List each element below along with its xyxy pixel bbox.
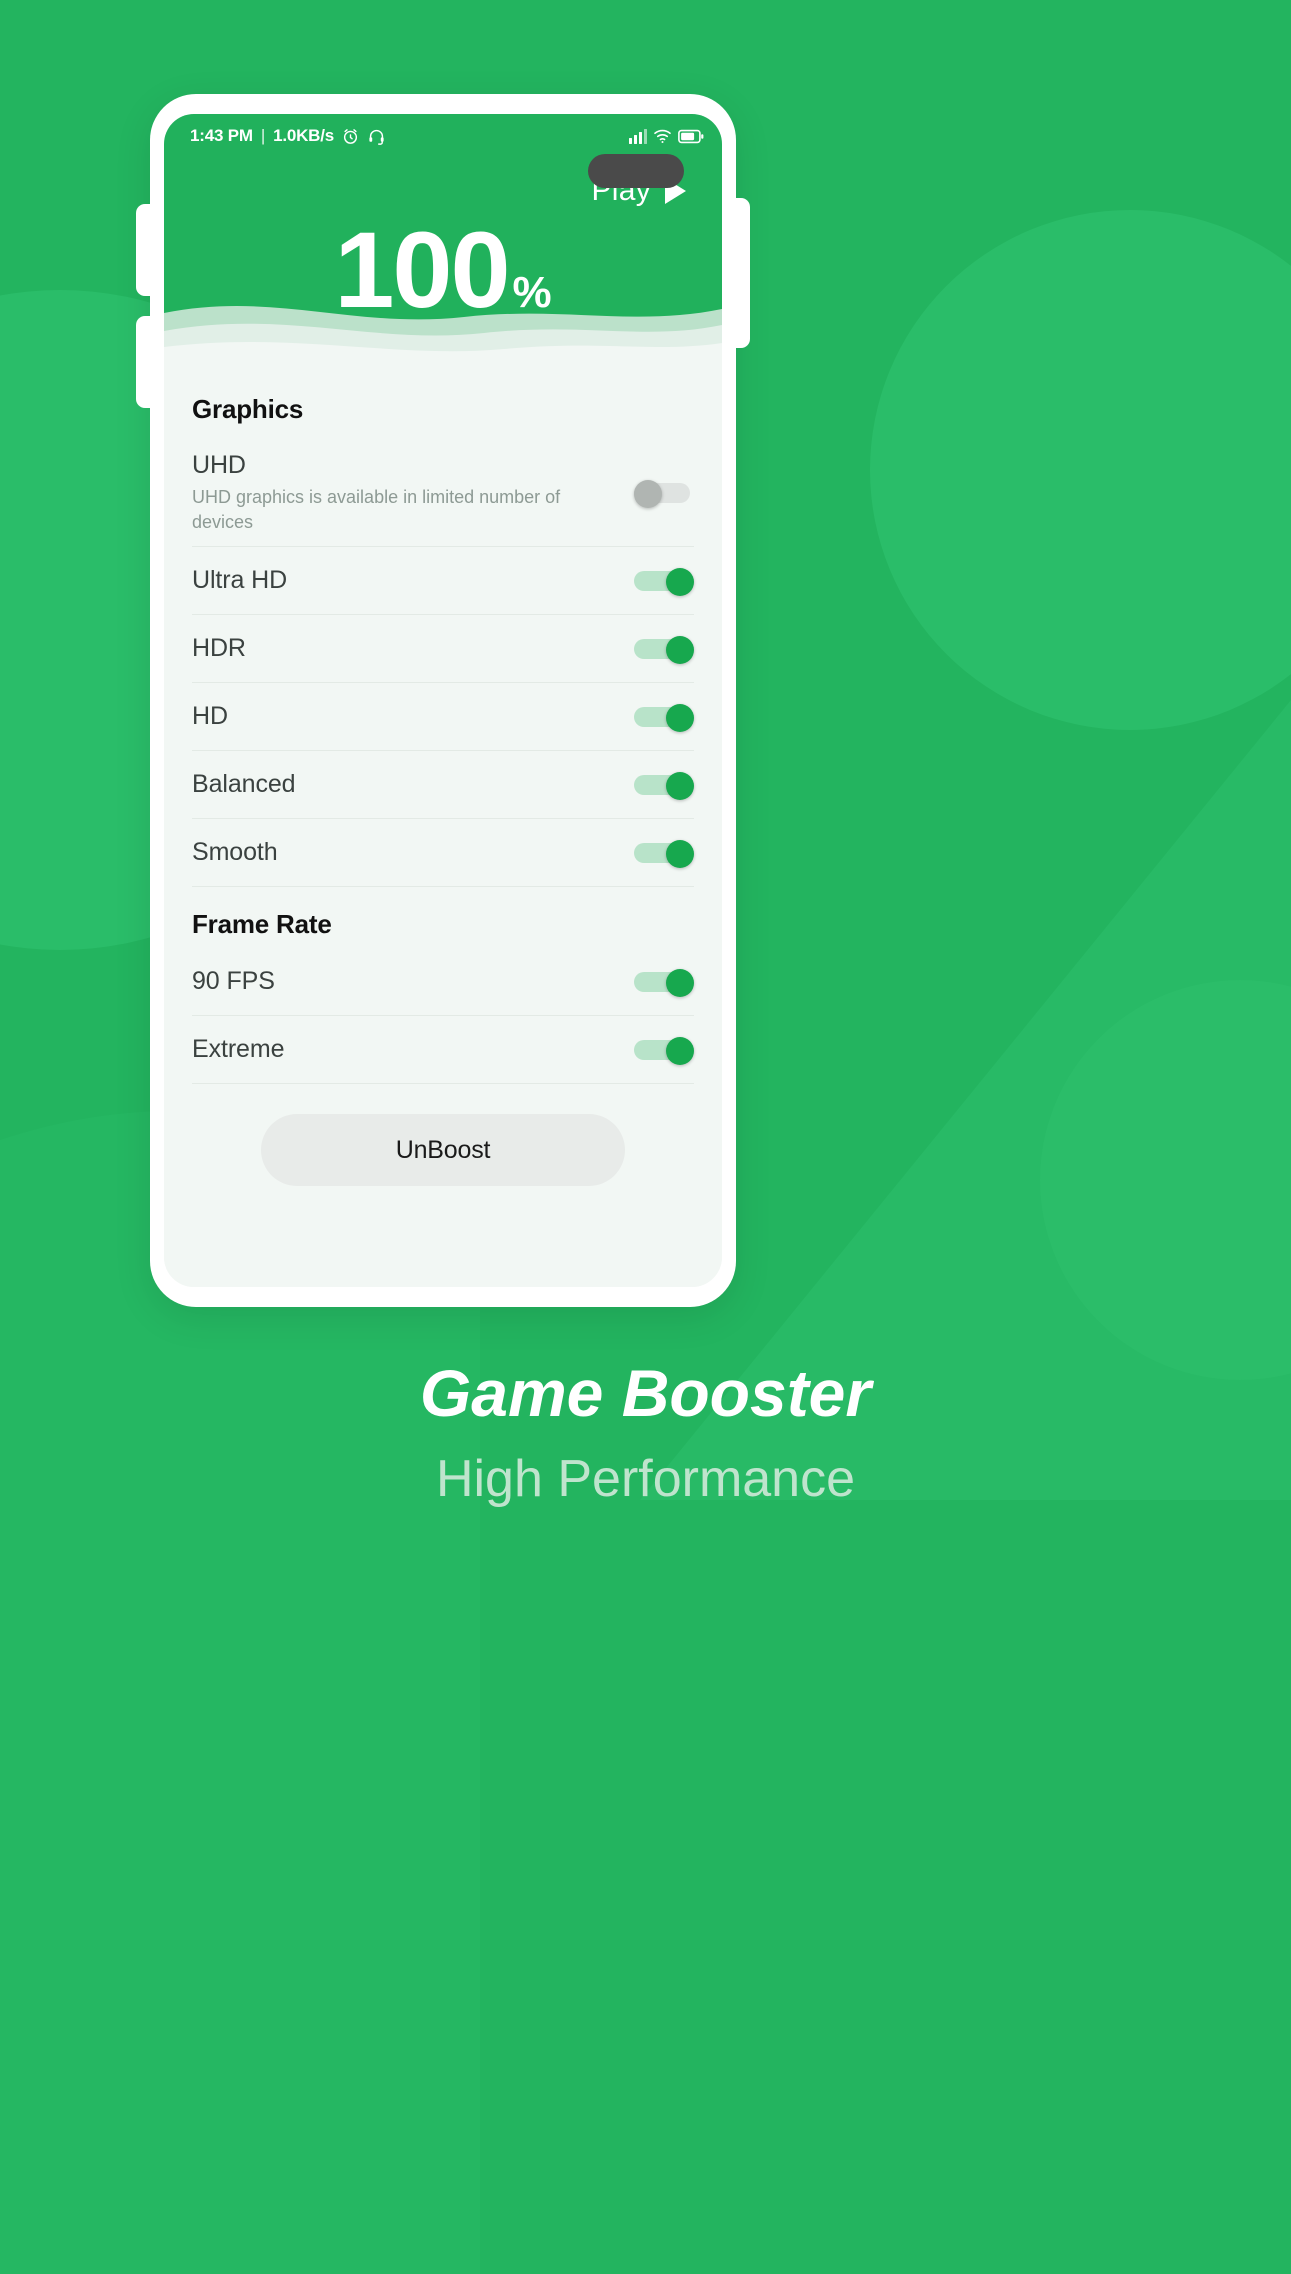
signal-icon bbox=[629, 128, 647, 144]
status-bar-right bbox=[629, 128, 704, 144]
toggle-extreme[interactable] bbox=[634, 1036, 694, 1065]
phone-frame: 1:43 PM | 1.0KB/s Play 100 % Graphics UH… bbox=[136, 94, 750, 1307]
side-button-power[interactable] bbox=[730, 198, 750, 348]
setting-row-uhd[interactable]: UHD UHD graphics is available in limited… bbox=[192, 439, 694, 547]
status-bar-network-speed: 1.0KB/s bbox=[273, 126, 335, 145]
alarm-clock-icon bbox=[341, 127, 360, 146]
setting-label-ultra-hd: Ultra HD bbox=[192, 566, 288, 594]
toggle-knob bbox=[634, 479, 662, 508]
setting-description-uhd: UHD graphics is available in limited num… bbox=[192, 487, 561, 532]
status-bar: 1:43 PM | 1.0KB/s bbox=[164, 114, 722, 158]
app-header: 1:43 PM | 1.0KB/s Play 100 % bbox=[164, 114, 722, 369]
setting-label-hdr: HDR bbox=[192, 634, 246, 662]
toggle-knob bbox=[666, 771, 694, 800]
battery-icon bbox=[678, 129, 704, 144]
camera-notch bbox=[588, 154, 684, 188]
toggle-uhd[interactable] bbox=[634, 479, 694, 508]
toggle-smooth[interactable] bbox=[634, 839, 694, 868]
status-bar-left: 1:43 PM | 1.0KB/s bbox=[190, 126, 386, 146]
brand-subtitle: High Performance bbox=[435, 1450, 856, 1508]
toggle-90-fps[interactable] bbox=[634, 968, 694, 997]
settings-card: Graphics UHD UHD graphics is available i… bbox=[164, 368, 722, 1287]
row-texts: UHD UHD graphics is available in limited… bbox=[192, 451, 634, 534]
setting-label-smooth: Smooth bbox=[192, 838, 278, 866]
row-texts: Ultra HD bbox=[192, 566, 634, 595]
status-bar-time: 1:43 PM bbox=[190, 126, 253, 145]
setting-row-ultra-hd[interactable]: Ultra HD bbox=[192, 547, 694, 615]
row-texts: HD bbox=[192, 702, 634, 731]
setting-label-90-fps: 90 FPS bbox=[192, 967, 275, 995]
unboost-button-wrap: UnBoost bbox=[192, 1084, 694, 1186]
row-texts: Extreme bbox=[192, 1035, 634, 1064]
toggle-hdr[interactable] bbox=[634, 635, 694, 664]
toggle-hd[interactable] bbox=[634, 703, 694, 732]
toggle-knob bbox=[666, 968, 694, 997]
setting-label-extreme: Extreme bbox=[192, 1035, 285, 1063]
brand-title: Game Booster bbox=[419, 1356, 872, 1430]
wave-divider bbox=[164, 306, 722, 369]
row-texts: HDR bbox=[192, 634, 634, 663]
section-title-graphics: Graphics bbox=[192, 394, 304, 424]
section-title-frame-rate: Frame Rate bbox=[192, 909, 332, 939]
setting-row-smooth[interactable]: Smooth bbox=[192, 819, 694, 887]
toggle-ultra-hd[interactable] bbox=[634, 567, 694, 596]
toggle-knob bbox=[666, 703, 694, 732]
setting-row-balanced[interactable]: Balanced bbox=[192, 751, 694, 819]
row-texts: Smooth bbox=[192, 838, 634, 867]
setting-label-hd: HD bbox=[192, 702, 228, 730]
row-texts: Balanced bbox=[192, 770, 634, 799]
row-texts: 90 FPS bbox=[192, 967, 634, 996]
branding: Game Booster High Performance bbox=[0, 1355, 1291, 1509]
toggle-knob bbox=[666, 1036, 694, 1065]
toggle-knob bbox=[666, 635, 694, 664]
setting-row-90-fps[interactable]: 90 FPS bbox=[192, 948, 694, 1016]
side-button-volume-up[interactable] bbox=[136, 204, 156, 296]
setting-row-extreme[interactable]: Extreme bbox=[192, 1016, 694, 1084]
wifi-icon bbox=[653, 128, 672, 144]
toggle-knob bbox=[666, 567, 694, 596]
headset-icon bbox=[367, 127, 386, 146]
setting-row-hdr[interactable]: HDR bbox=[192, 615, 694, 683]
status-bar-separator: | bbox=[260, 126, 266, 145]
side-button-volume-down[interactable] bbox=[136, 316, 156, 408]
setting-label-balanced: Balanced bbox=[192, 770, 296, 798]
toggle-knob bbox=[666, 839, 694, 868]
app-screen: 1:43 PM | 1.0KB/s Play 100 % Graphics UH… bbox=[164, 114, 722, 1287]
setting-row-hd[interactable]: HD bbox=[192, 683, 694, 751]
setting-label-uhd: UHD bbox=[192, 451, 246, 480]
unboost-button[interactable]: UnBoost bbox=[261, 1114, 625, 1186]
toggle-balanced[interactable] bbox=[634, 771, 694, 800]
